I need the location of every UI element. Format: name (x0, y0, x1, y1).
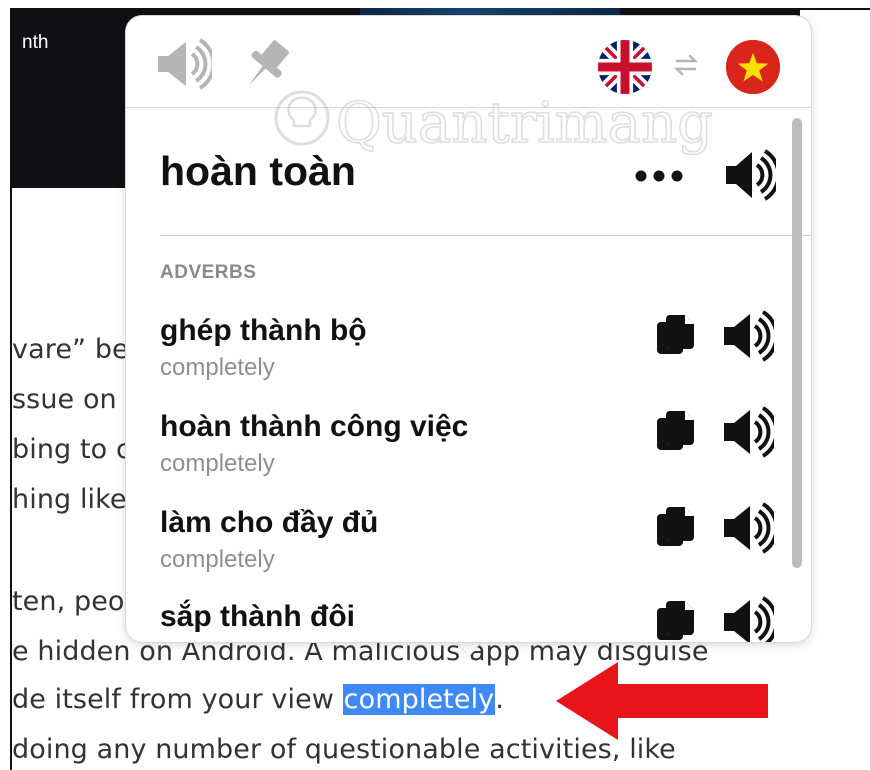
entry-speaker-icon[interactable] (722, 310, 774, 362)
watermark-text: Quantrimang (336, 91, 713, 156)
article-line-7-text: de itself from your view (12, 684, 343, 715)
entry-source-word: completely (160, 354, 275, 381)
translation-entry[interactable]: làm cho đầy đủ completely (160, 502, 780, 586)
vietnam-flag-icon[interactable] (726, 40, 780, 94)
entry-word: sắp thành đôi (160, 600, 355, 633)
page-border-left (10, 188, 12, 770)
translation-entry[interactable]: ghép thành bộ completely (160, 310, 780, 394)
article-line-1: vare” be (12, 334, 129, 365)
copy-icon[interactable] (655, 314, 697, 356)
entry-source-word: completely (160, 546, 275, 573)
divider (160, 235, 811, 236)
popup-pointer (455, 640, 483, 656)
selected-word[interactable]: completely (342, 684, 496, 715)
article-line-7-period: . (495, 684, 504, 715)
entry-word: hoàn thành công việc (160, 410, 469, 443)
copy-icon[interactable] (655, 410, 697, 452)
more-options-icon[interactable] (633, 167, 685, 185)
article-line-2: ssue on (12, 384, 117, 415)
entry-source-word: completely (160, 450, 275, 477)
copy-icon[interactable] (655, 600, 697, 642)
article-line-7: de itself from your view completely. (12, 684, 504, 715)
banner-text: nth (22, 32, 49, 53)
copy-icon[interactable] (655, 506, 697, 548)
red-arrow-annotation (556, 662, 768, 740)
article-line-4: hing like (12, 484, 127, 515)
speaker-icon[interactable] (156, 38, 212, 90)
translation-popup: Quantrimang hoàn toàn ADVERBS ghép thành… (126, 16, 811, 642)
main-speaker-icon[interactable] (724, 148, 776, 202)
translation-entry[interactable]: sắp thành đôi (160, 596, 780, 642)
entry-word: ghép thành bộ (160, 314, 367, 347)
main-translation: hoàn toàn (160, 148, 356, 194)
popup-scrollbar[interactable] (792, 118, 802, 568)
entry-word: làm cho đầy đủ (160, 506, 379, 539)
entry-speaker-icon[interactable] (722, 502, 774, 554)
entry-speaker-icon[interactable] (722, 406, 774, 458)
page-border-top (800, 8, 870, 10)
section-label-adverbs: ADVERBS (160, 262, 257, 283)
article-line-3: bing to c (12, 434, 131, 465)
article-line-5: ten, peo (12, 586, 125, 617)
entry-speaker-icon[interactable] (722, 596, 774, 642)
swap-icon[interactable] (671, 50, 701, 80)
translation-entry[interactable]: hoàn thành công việc completely (160, 406, 780, 490)
